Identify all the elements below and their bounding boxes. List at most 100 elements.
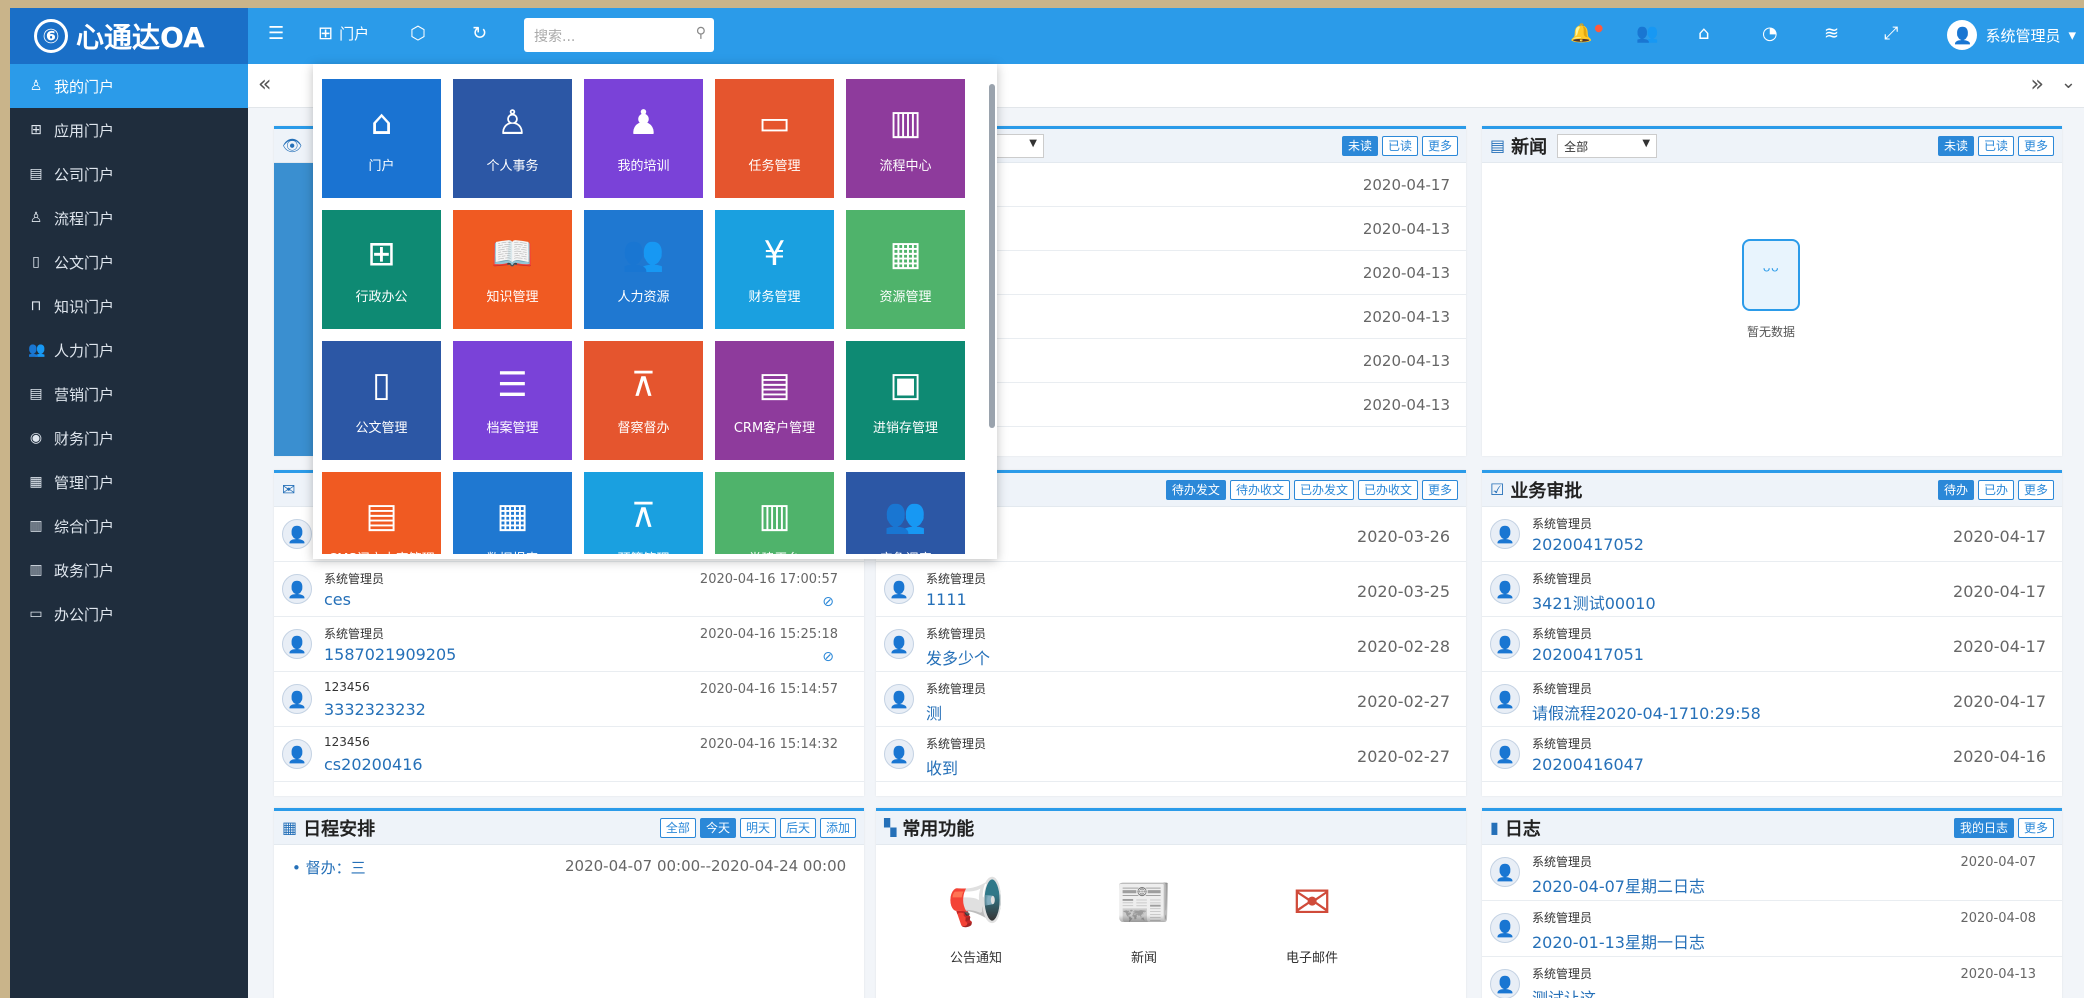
list-item[interactable]: 👤 系统管理员 1111 2020-03-25 bbox=[876, 562, 1466, 617]
sidebar-item[interactable]: ▦ 管理门户 bbox=[10, 460, 248, 504]
schedule-title: 日程安排 bbox=[303, 818, 376, 840]
filter-button[interactable]: 未读 bbox=[1341, 136, 1378, 156]
portal-menu-button[interactable]: ⊞ 门户 bbox=[318, 23, 369, 44]
filter-button[interactable]: 添加 bbox=[819, 818, 856, 838]
search-input[interactable]: 搜索... ⚲ bbox=[524, 18, 714, 52]
list-item[interactable]: 👤 系统管理员 20200417051 2020-04-17 bbox=[1482, 617, 2062, 672]
list-item[interactable]: 👤 系统管理员 1587021909205 2020-04-16 15:25:18 ⊘ bbox=[274, 617, 864, 672]
fullscreen-icon[interactable]: ⤢ bbox=[1884, 23, 1898, 44]
sidebar-item[interactable]: ⊓ 知识门户 bbox=[10, 284, 248, 328]
portal-tile[interactable]: ▭ 任务管理 bbox=[715, 79, 834, 198]
list-item[interactable]: 👤 系统管理员 20200417052 2020-04-17 bbox=[1482, 507, 2062, 562]
portal-tile[interactable]: ▥ 流程中心 bbox=[846, 79, 965, 198]
filter-button[interactable]: 已读 bbox=[1977, 136, 2014, 156]
filter-button[interactable]: 待办收文 bbox=[1229, 480, 1290, 500]
filter-button[interactable]: 全部 bbox=[659, 818, 696, 838]
scroll-right-icon[interactable]: » bbox=[2031, 72, 2044, 97]
filter-button[interactable]: 已办收文 bbox=[1357, 480, 1418, 500]
news-filter-select[interactable]: 全部 ▼ bbox=[1557, 133, 1658, 158]
sidebar-item-label: 财务门户 bbox=[54, 429, 115, 448]
list-item[interactable]: 👤 系统管理员测 2020-02-27 bbox=[876, 672, 1466, 727]
sidebar-item[interactable]: ♙ 我的门户 bbox=[10, 64, 248, 108]
filter-button[interactable]: 更多 bbox=[1421, 480, 1458, 500]
list-item[interactable]: 👤 123456 3332323232 2020-04-16 15:14:57 bbox=[274, 672, 864, 727]
filter-button[interactable]: 待办 bbox=[1937, 480, 1974, 500]
list-item[interactable]: 👤 系统管理员 收到 2020-02-27 bbox=[876, 727, 1466, 782]
sidebar-item[interactable]: ▤ 营销门户 bbox=[10, 372, 248, 416]
filter-button[interactable]: 已办 bbox=[1977, 480, 2014, 500]
filter-button[interactable]: 已办发文 bbox=[1293, 480, 1354, 500]
portal-tile[interactable]: ▥ 党建平台 bbox=[715, 472, 834, 554]
list-item[interactable]: 👤 系统管理员 2020-04-07星期二日志 2020-04-07 bbox=[1482, 845, 2062, 901]
filter-button[interactable]: 我的日志 bbox=[1953, 818, 2014, 838]
tag-icon[interactable]: ⌂ bbox=[1698, 23, 1709, 44]
list-item[interactable]: 👤 系统管理员 请假流程2020-04-1710:29:58 2020-04-17 bbox=[1482, 672, 2062, 727]
chevron-down-icon[interactable]: ⌄ bbox=[2061, 72, 2076, 93]
sidebar-item[interactable]: ▥ 综合门户 bbox=[10, 504, 248, 548]
portal-tile[interactable]: ▤ CMS门户内容管理 bbox=[322, 472, 441, 554]
list-item[interactable]: 👤 系统管理员 发多少个 2020-02-28 bbox=[876, 617, 1466, 672]
list-item[interactable]: 👤 系统管理员 2020-01-13星期一日志 2020-04-08 bbox=[1482, 901, 2062, 957]
layers-icon[interactable]: ≋ bbox=[1824, 23, 1839, 44]
announcement-shortcut[interactable]: 📢 公告通知 bbox=[916, 867, 1036, 967]
news-shortcut[interactable]: 📰 新闻 bbox=[1084, 867, 1204, 967]
user-menu[interactable]: 👤 系统管理员 ▾ bbox=[1947, 20, 2076, 50]
cube-icon[interactable]: ⬡ bbox=[410, 23, 426, 44]
filter-button[interactable]: 未读 bbox=[1937, 136, 1974, 156]
filter-button[interactable]: 已读 bbox=[1381, 136, 1418, 156]
portal-tile[interactable]: ♟ 我的培训 bbox=[584, 79, 703, 198]
search-icon[interactable]: ⚲ bbox=[696, 25, 706, 41]
filter-button[interactable]: 后天 bbox=[779, 818, 816, 838]
filter-button[interactable]: 待办发文 bbox=[1165, 480, 1226, 500]
list-item[interactable]: 👤 系统管理员 3421测试00010 2020-04-17 bbox=[1482, 562, 2062, 617]
portal-tile[interactable]: ♙ 个人事务 bbox=[453, 79, 572, 198]
tile-icon: ▥ bbox=[758, 496, 791, 536]
portal-tile[interactable]: ☰ 档案管理 bbox=[453, 341, 572, 460]
portal-icon: ⊞ bbox=[30, 122, 42, 138]
top-bar: ⑥ 心通达OA ☰ ⊞ 门户 ⬡ ↻ 搜索... ⚲ 🔔 ● 👥 ⌂ ◔ ≋ ⤢ 👤 系统… bbox=[10, 8, 2084, 64]
portal-tile[interactable]: 📖 知识管理 bbox=[453, 210, 572, 329]
list-item[interactable]: 👤 系统管理员 20200416047 2020-04-16 bbox=[1482, 727, 2062, 782]
list-item[interactable]: 👤 系统管理员 ces 2020-04-16 17:00:57 ⊘ bbox=[274, 562, 864, 617]
sidebar-item[interactable]: ▥ 政务门户 bbox=[10, 548, 248, 592]
portal-tile[interactable]: ⌂ 门户 bbox=[322, 79, 441, 198]
portal-tile[interactable]: ⊞ 行政办公 bbox=[322, 210, 441, 329]
scrollbar[interactable] bbox=[989, 84, 995, 428]
filter-button[interactable]: 更多 bbox=[2017, 818, 2054, 838]
portal-tile[interactable]: ▦ 数据报表 bbox=[453, 472, 572, 554]
logo[interactable]: ⑥ 心通达OA bbox=[10, 8, 248, 64]
list-item[interactable]: 👤 系统管理员测试让这 2020-04-13 bbox=[1482, 957, 2062, 998]
portal-tile[interactable]: ▦ 资源管理 bbox=[846, 210, 965, 329]
sidebar-item[interactable]: ▤ 公司门户 bbox=[10, 152, 248, 196]
sidebar-item[interactable]: 👥 人力门户 bbox=[10, 328, 248, 372]
sidebar-item[interactable]: ◉ 财务门户 bbox=[10, 416, 248, 460]
portal-tile[interactable]: ¥ 财务管理 bbox=[715, 210, 834, 329]
filter-button[interactable]: 更多 bbox=[1421, 136, 1458, 156]
scroll-left-icon[interactable]: « bbox=[258, 72, 271, 97]
filter-button[interactable]: 更多 bbox=[2017, 136, 2054, 156]
filter-button[interactable]: 更多 bbox=[2017, 480, 2054, 500]
portal-tile[interactable]: ⊼ 督察督办 bbox=[584, 341, 703, 460]
portal-tile[interactable]: 👥 应急调度 bbox=[846, 472, 965, 554]
refresh-icon[interactable]: ↻ bbox=[472, 23, 487, 44]
filter-button[interactable]: 今天 bbox=[699, 818, 736, 838]
sidebar-item[interactable]: ▭ 办公门户 bbox=[10, 592, 248, 636]
dashboard-icon[interactable]: ◔ bbox=[1762, 23, 1778, 44]
sender-name: 系统管理员 bbox=[1532, 572, 1593, 586]
portal-tile[interactable]: ▣ 进销存管理 bbox=[846, 341, 965, 460]
menu-icon[interactable]: ☰ bbox=[268, 23, 284, 44]
list-item[interactable]: 👤 123456 cs20200416 2020-04-16 15:14:32 bbox=[274, 727, 864, 782]
sidebar-item[interactable]: ⊞ 应用门户 bbox=[10, 108, 248, 152]
bell-icon[interactable]: 🔔 ● bbox=[1570, 23, 1603, 44]
portal-tile[interactable]: 👥 人力资源 bbox=[584, 210, 703, 329]
notification-dot: ● bbox=[1594, 23, 1604, 34]
email-shortcut[interactable]: ✉ 电子邮件 bbox=[1252, 867, 1372, 966]
avatar: 👤 bbox=[282, 629, 312, 659]
filter-button[interactable]: 明天 bbox=[739, 818, 776, 838]
sidebar-item[interactable]: ▯ 公文门户 bbox=[10, 240, 248, 284]
users-icon[interactable]: 👥 bbox=[1636, 23, 1658, 44]
sidebar-item[interactable]: ♙ 流程门户 bbox=[10, 196, 248, 240]
portal-tile[interactable]: ⊼ 预算管理 bbox=[584, 472, 703, 554]
portal-tile[interactable]: ▤ CRM客户管理 bbox=[715, 341, 834, 460]
portal-tile[interactable]: ▯ 公文管理 bbox=[322, 341, 441, 460]
